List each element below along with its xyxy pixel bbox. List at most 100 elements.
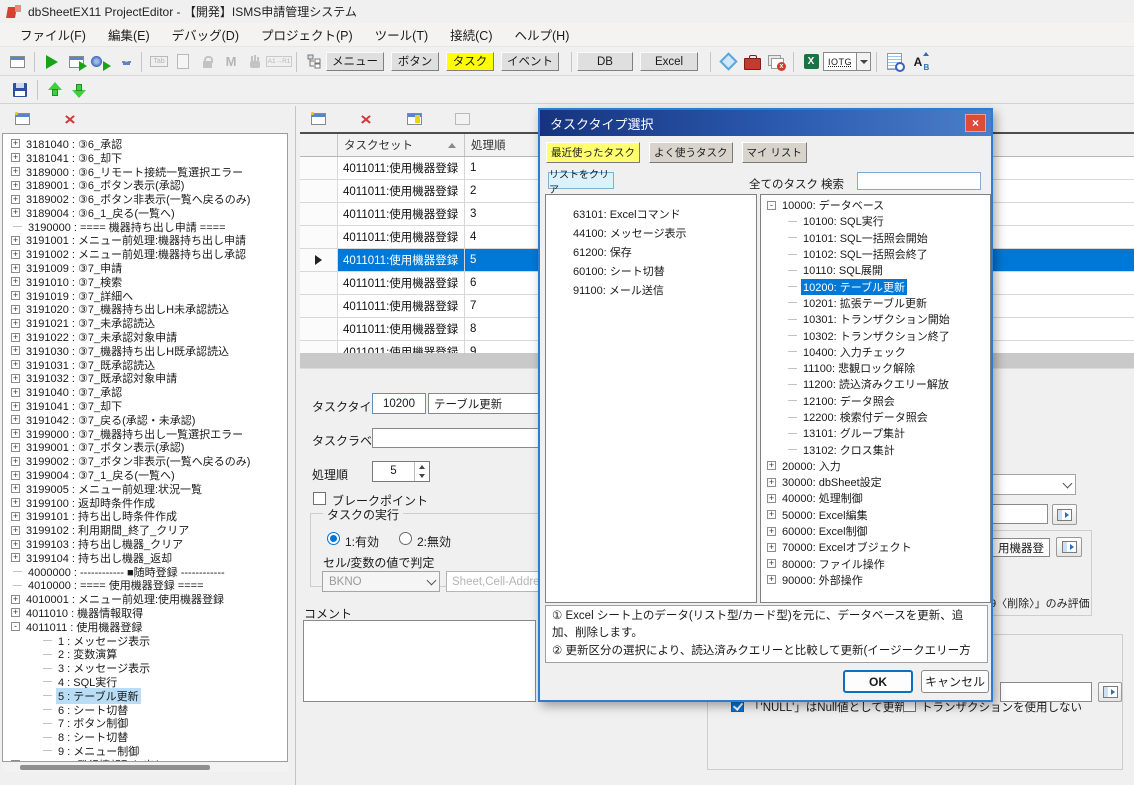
tree-item[interactable]: 7 : ボタン制御 bbox=[5, 716, 275, 730]
menu-item[interactable]: デバッグ(D) bbox=[161, 22, 250, 47]
tree-item[interactable]: 5 : テーブル更新 bbox=[5, 689, 275, 703]
expand-toggle-icon[interactable]: + bbox=[11, 484, 20, 493]
view-button[interactable]: イベント bbox=[501, 52, 559, 71]
expand-toggle-icon[interactable]: + bbox=[11, 471, 20, 480]
new-taskset-icon[interactable] bbox=[11, 108, 33, 130]
tree-item[interactable]: +50000: Excel編集 bbox=[765, 507, 988, 523]
tree-item[interactable]: 10110: SQL展開 bbox=[765, 262, 988, 278]
tree-item[interactable]: +4011020 : 登録情報取り出し bbox=[5, 758, 275, 761]
dialog-tab[interactable]: 最近使ったタスク bbox=[546, 142, 640, 163]
hierarchy-icon[interactable] bbox=[303, 51, 325, 73]
expand-toggle-icon[interactable]: + bbox=[11, 429, 20, 438]
db-button[interactable]: DB bbox=[577, 52, 633, 71]
expand-toggle-icon[interactable]: + bbox=[11, 277, 20, 286]
menu-item[interactable]: プロジェクト(P) bbox=[250, 22, 364, 47]
tree-item[interactable]: 11200: 読込済みクエリー解放 bbox=[765, 376, 988, 392]
iotg-dropdown[interactable]: IOTG bbox=[823, 52, 871, 71]
right-field-3[interactable] bbox=[1000, 682, 1092, 702]
new-task-icon[interactable] bbox=[307, 108, 329, 130]
list-item[interactable]: 61200: 保存 bbox=[546, 242, 756, 261]
toolbox-icon[interactable] bbox=[741, 51, 763, 73]
list-item[interactable]: 91100: メール送信 bbox=[546, 280, 756, 299]
expand-toggle-icon[interactable]: + bbox=[11, 333, 20, 342]
view-button[interactable]: タスク bbox=[446, 52, 494, 71]
menu-item[interactable]: 接続(C) bbox=[439, 22, 503, 47]
tree-item[interactable]: 13102: クロス集計 bbox=[765, 441, 988, 457]
list-item[interactable]: 63101: Excelコマンド bbox=[546, 204, 756, 223]
expand-toggle-icon[interactable]: + bbox=[11, 346, 20, 355]
order-stepper[interactable]: 5 bbox=[372, 461, 430, 482]
tree-horizontal-scrollbar[interactable] bbox=[2, 763, 288, 772]
expand-toggle-icon[interactable]: + bbox=[11, 540, 20, 549]
new-window-icon[interactable] bbox=[113, 51, 135, 73]
rename-icon[interactable]: AB bbox=[907, 51, 929, 73]
list-item[interactable]: 60100: シート切替 bbox=[546, 261, 756, 280]
tree-item[interactable]: 6 : シート切替 bbox=[5, 703, 275, 717]
expand-toggle-icon[interactable]: + bbox=[11, 208, 20, 217]
expand-toggle-icon[interactable]: + bbox=[767, 575, 776, 584]
excel-button[interactable]: Excel bbox=[640, 52, 698, 71]
tree-item[interactable]: +30000: dbSheet設定 bbox=[765, 474, 988, 490]
tree-item[interactable]: 1 : メッセージ表示 bbox=[5, 634, 275, 648]
expand-toggle-icon[interactable]: + bbox=[767, 461, 776, 470]
tree-item[interactable]: 10101: SQL一括照会開始 bbox=[765, 230, 988, 246]
expand-toggle-icon[interactable]: + bbox=[11, 498, 20, 507]
tree-item[interactable]: +40000: 処理制御 bbox=[765, 490, 988, 506]
expand-toggle-icon[interactable]: + bbox=[11, 760, 20, 761]
tree-item[interactable]: +80000: ファイル操作 bbox=[765, 556, 988, 572]
search-input[interactable] bbox=[857, 172, 981, 190]
breakpoint-checkbox[interactable] bbox=[313, 492, 326, 505]
tree-item[interactable]: 10200: テーブル更新 bbox=[765, 278, 988, 294]
excel-app-icon[interactable]: X bbox=[800, 51, 822, 73]
expand-toggle-icon[interactable]: + bbox=[11, 526, 20, 535]
expand-toggle-icon[interactable]: + bbox=[11, 443, 20, 452]
tree-item[interactable]: 3 : メッセージ表示 bbox=[5, 661, 275, 675]
tree-item[interactable]: -10000: データベース bbox=[765, 197, 988, 213]
expand-toggle-icon[interactable]: + bbox=[11, 291, 20, 300]
expand-toggle-icon[interactable]: + bbox=[11, 195, 20, 204]
expand-toggle-icon[interactable]: + bbox=[11, 553, 20, 562]
expand-toggle-icon[interactable]: + bbox=[11, 402, 20, 411]
expand-toggle-icon[interactable]: + bbox=[767, 478, 776, 487]
list-item[interactable]: 44100: メッセージ表示 bbox=[546, 223, 756, 242]
ok-button[interactable]: OK bbox=[843, 670, 913, 693]
expand-toggle-icon[interactable]: + bbox=[767, 559, 776, 568]
dialog-close-button[interactable]: × bbox=[965, 114, 986, 132]
expand-toggle-icon[interactable]: + bbox=[11, 608, 20, 617]
expand-button-1[interactable] bbox=[1052, 504, 1077, 525]
disabled-radio[interactable] bbox=[399, 532, 412, 545]
expand-toggle-icon[interactable]: + bbox=[767, 510, 776, 519]
tree-item[interactable]: +60000: Excel制御 bbox=[765, 523, 988, 539]
expand-toggle-icon[interactable]: + bbox=[11, 595, 20, 604]
comment-field[interactable] bbox=[303, 620, 536, 702]
expand-toggle-icon[interactable]: + bbox=[767, 527, 776, 536]
panel-splitter[interactable] bbox=[295, 106, 296, 785]
save-icon[interactable] bbox=[9, 79, 31, 101]
expand-toggle-icon[interactable]: + bbox=[11, 305, 20, 314]
tree-item[interactable]: 10302: トランザクション終了 bbox=[765, 327, 988, 343]
expand-toggle-icon[interactable]: + bbox=[11, 388, 20, 397]
tree-item[interactable]: 10301: トランザクション開始 bbox=[765, 311, 988, 327]
tree-item[interactable]: +20000: 入力 bbox=[765, 458, 988, 474]
expand-toggle-icon[interactable]: + bbox=[11, 264, 20, 273]
delete-task-icon[interactable]: × bbox=[355, 108, 377, 130]
clear-list-button[interactable]: リストをクリア bbox=[548, 172, 614, 189]
tree-item[interactable]: 11100: 悲観ロック解除 bbox=[765, 360, 988, 376]
enabled-radio[interactable] bbox=[327, 532, 340, 545]
expand-toggle-icon[interactable]: + bbox=[11, 512, 20, 521]
tree-item[interactable]: 12200: 検索付データ照会 bbox=[765, 409, 988, 425]
expand-toggle-icon[interactable]: + bbox=[767, 494, 776, 503]
expand-toggle-icon[interactable]: + bbox=[11, 236, 20, 245]
expand-toggle-icon[interactable]: + bbox=[11, 415, 20, 424]
tree-item[interactable]: 12100: データ照会 bbox=[765, 393, 988, 409]
delete-taskset-icon[interactable]: × bbox=[59, 108, 81, 130]
expand-toggle-icon[interactable]: + bbox=[11, 457, 20, 466]
tree-item[interactable]: +90000: 外部操作 bbox=[765, 572, 988, 588]
header-taskset[interactable]: タスクセット bbox=[338, 134, 465, 156]
expand-toggle-icon[interactable]: + bbox=[11, 139, 20, 148]
expand-toggle-icon[interactable]: - bbox=[767, 201, 776, 210]
expand-toggle-icon[interactable]: - bbox=[11, 622, 20, 631]
move-down-icon[interactable] bbox=[68, 79, 90, 101]
expand-button-2[interactable] bbox=[1056, 537, 1082, 557]
menu-item[interactable]: 編集(E) bbox=[97, 22, 161, 47]
